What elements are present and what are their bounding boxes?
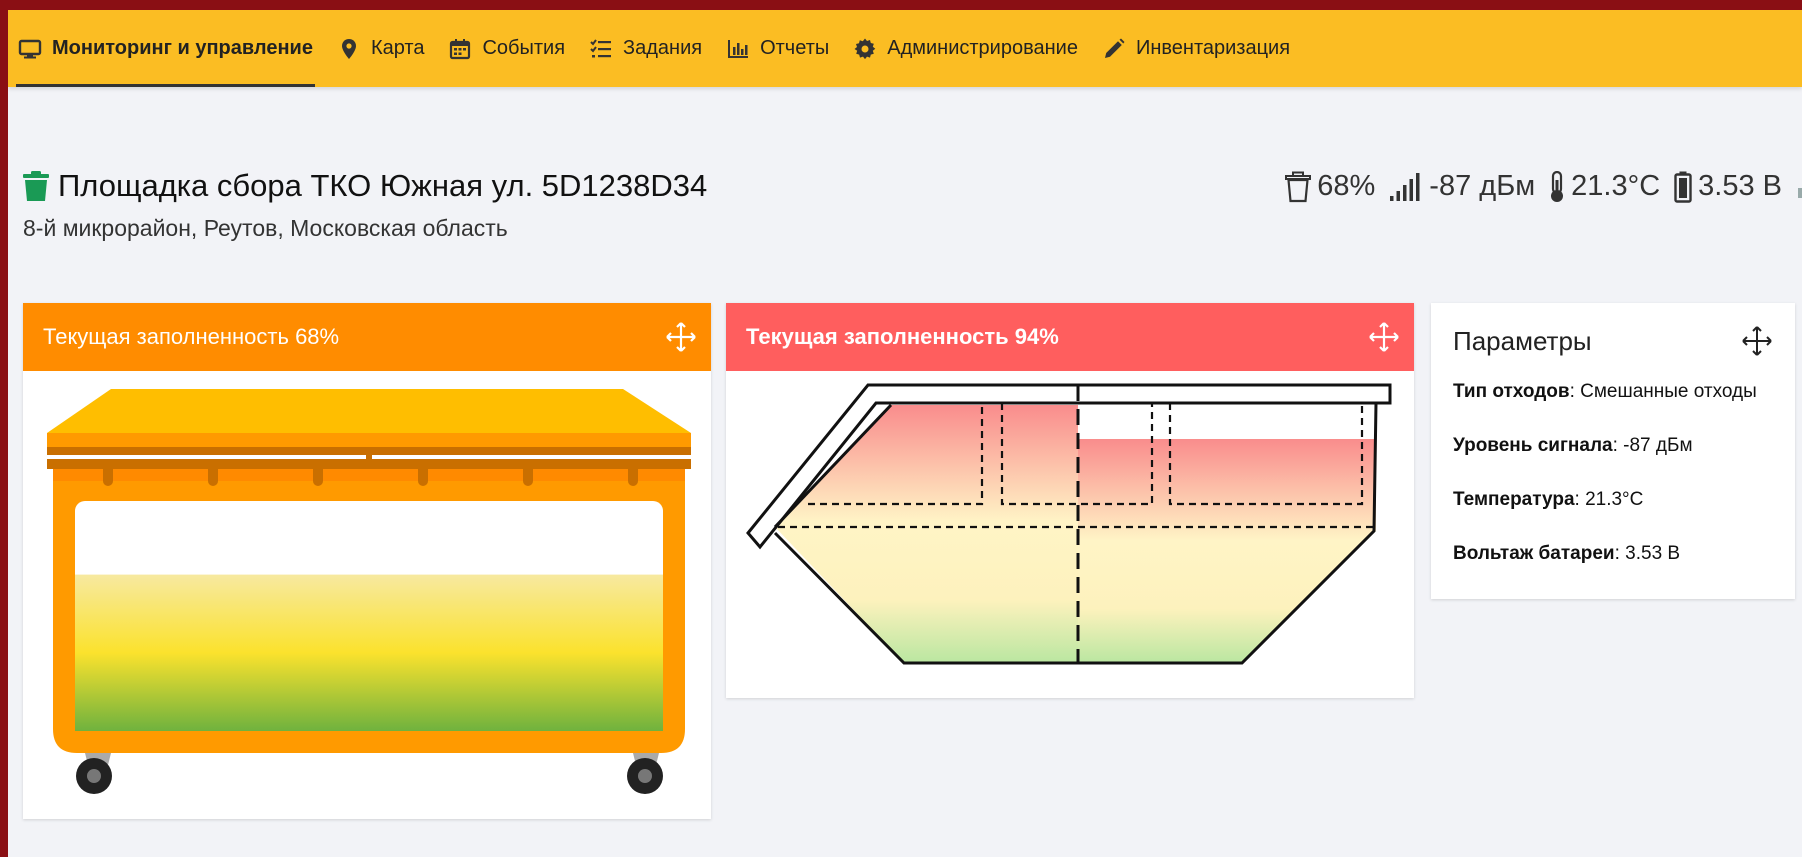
nav-item-reports[interactable]: Отчеты — [716, 10, 843, 87]
param-waste-type: Тип отходов: Смешанные отходы — [1453, 381, 1773, 403]
nav-item-label: Карта — [370, 37, 425, 59]
thermometer-icon — [1551, 170, 1564, 202]
param-label: Вольтаж батареи — [1453, 543, 1615, 564]
wheelie-bin-diagram — [47, 389, 691, 794]
param-value: : -87 дБм — [1612, 435, 1693, 456]
gear-icon — [854, 38, 876, 59]
card-title: Текущая заполненность 94% — [746, 324, 1059, 349]
card-header: Текущая заполненность 94% — [726, 303, 1414, 371]
nav-item-label: Мониторинг и управление — [52, 37, 313, 59]
calendar-icon — [450, 38, 471, 59]
status-signal: -87 дБм — [1389, 170, 1535, 203]
nav-item-label: Отчеты — [760, 37, 830, 59]
status-temperature-value: 21.3°C — [1571, 170, 1661, 202]
signal-icon — [1390, 172, 1420, 201]
nav-item-monitoring[interactable]: Мониторинг и управление — [8, 10, 327, 87]
fill-card-skip: Текущая заполненность 94% — [726, 303, 1414, 698]
param-label: Уровень сигнала — [1453, 435, 1613, 456]
param-battery: Вольтаж батареи: 3.53 В — [1453, 543, 1773, 565]
site-title-row: Площадка сбора ТКО Южная ул. 5D1238D34 — [22, 168, 707, 204]
skip-bin-diagram — [746, 383, 1392, 665]
nav-item-administration[interactable]: Администрирование — [843, 10, 1092, 87]
fill-card-container: Текущая заполненность 68% — [23, 303, 711, 819]
map-marker-icon — [341, 38, 356, 59]
app-frame: Мониторинг и управление Карта События За… — [8, 10, 1802, 857]
nav-item-label: События — [482, 37, 566, 59]
card-title: Текущая заполненность 68% — [43, 324, 340, 349]
tasks-list-icon — [590, 38, 612, 57]
param-signal: Уровень сигнала: -87 дБм — [1453, 435, 1773, 457]
status-fill: 68% — [1285, 170, 1375, 203]
status-bar: 68% -87 дБм 21.3°C 3.53 В — [1285, 170, 1782, 203]
status-battery: 3.53 В — [1674, 170, 1782, 203]
monitor-icon — [18, 39, 42, 58]
params-header: Параметры — [1453, 325, 1773, 357]
move-icon[interactable] — [665, 321, 697, 353]
nav-item-label: Инвентаризация — [1135, 37, 1291, 59]
trash-icon — [23, 171, 49, 201]
edge-mark — [1798, 188, 1802, 198]
status-battery-value: 3.53 В — [1698, 170, 1782, 202]
param-label: Тип отходов — [1453, 381, 1570, 402]
move-icon[interactable] — [1368, 321, 1400, 353]
top-nav: Мониторинг и управление Карта События За… — [8, 10, 1802, 87]
status-signal-value: -87 дБм — [1429, 170, 1536, 202]
pencil-icon — [1104, 38, 1125, 58]
params-title: Параметры — [1453, 325, 1592, 356]
param-value: : 3.53 В — [1614, 543, 1681, 564]
param-label: Температура — [1453, 489, 1575, 510]
param-value: : 21.3°C — [1574, 489, 1644, 510]
param-temperature: Температура: 21.3°C — [1453, 489, 1773, 511]
nav-item-tasks[interactable]: Задания — [579, 10, 716, 87]
site-address: 8-й микрорайон, Реутов, Московская облас… — [23, 215, 508, 241]
status-fill-value: 68% — [1317, 170, 1376, 202]
status-temperature: 21.3°C — [1549, 170, 1660, 203]
bar-chart-icon — [728, 39, 749, 58]
nav-item-label: Задания — [623, 37, 703, 59]
nav-item-inventory[interactable]: Инвентаризация — [1092, 10, 1304, 87]
nav-item-label: Администрирование — [887, 37, 1078, 59]
params-card: Параметры Тип отходов: Смешанные отходы … — [1431, 303, 1795, 599]
move-icon[interactable] — [1741, 325, 1773, 357]
battery-icon — [1674, 171, 1692, 203]
trash-outline-icon — [1285, 171, 1312, 202]
card-header: Текущая заполненность 68% — [23, 303, 711, 371]
nav-item-events[interactable]: События — [438, 10, 579, 87]
nav-item-map[interactable]: Карта — [327, 10, 439, 87]
page-title: Площадка сбора ТКО Южная ул. 5D1238D34 — [58, 168, 708, 203]
param-value: : Смешанные отходы — [1569, 381, 1757, 402]
